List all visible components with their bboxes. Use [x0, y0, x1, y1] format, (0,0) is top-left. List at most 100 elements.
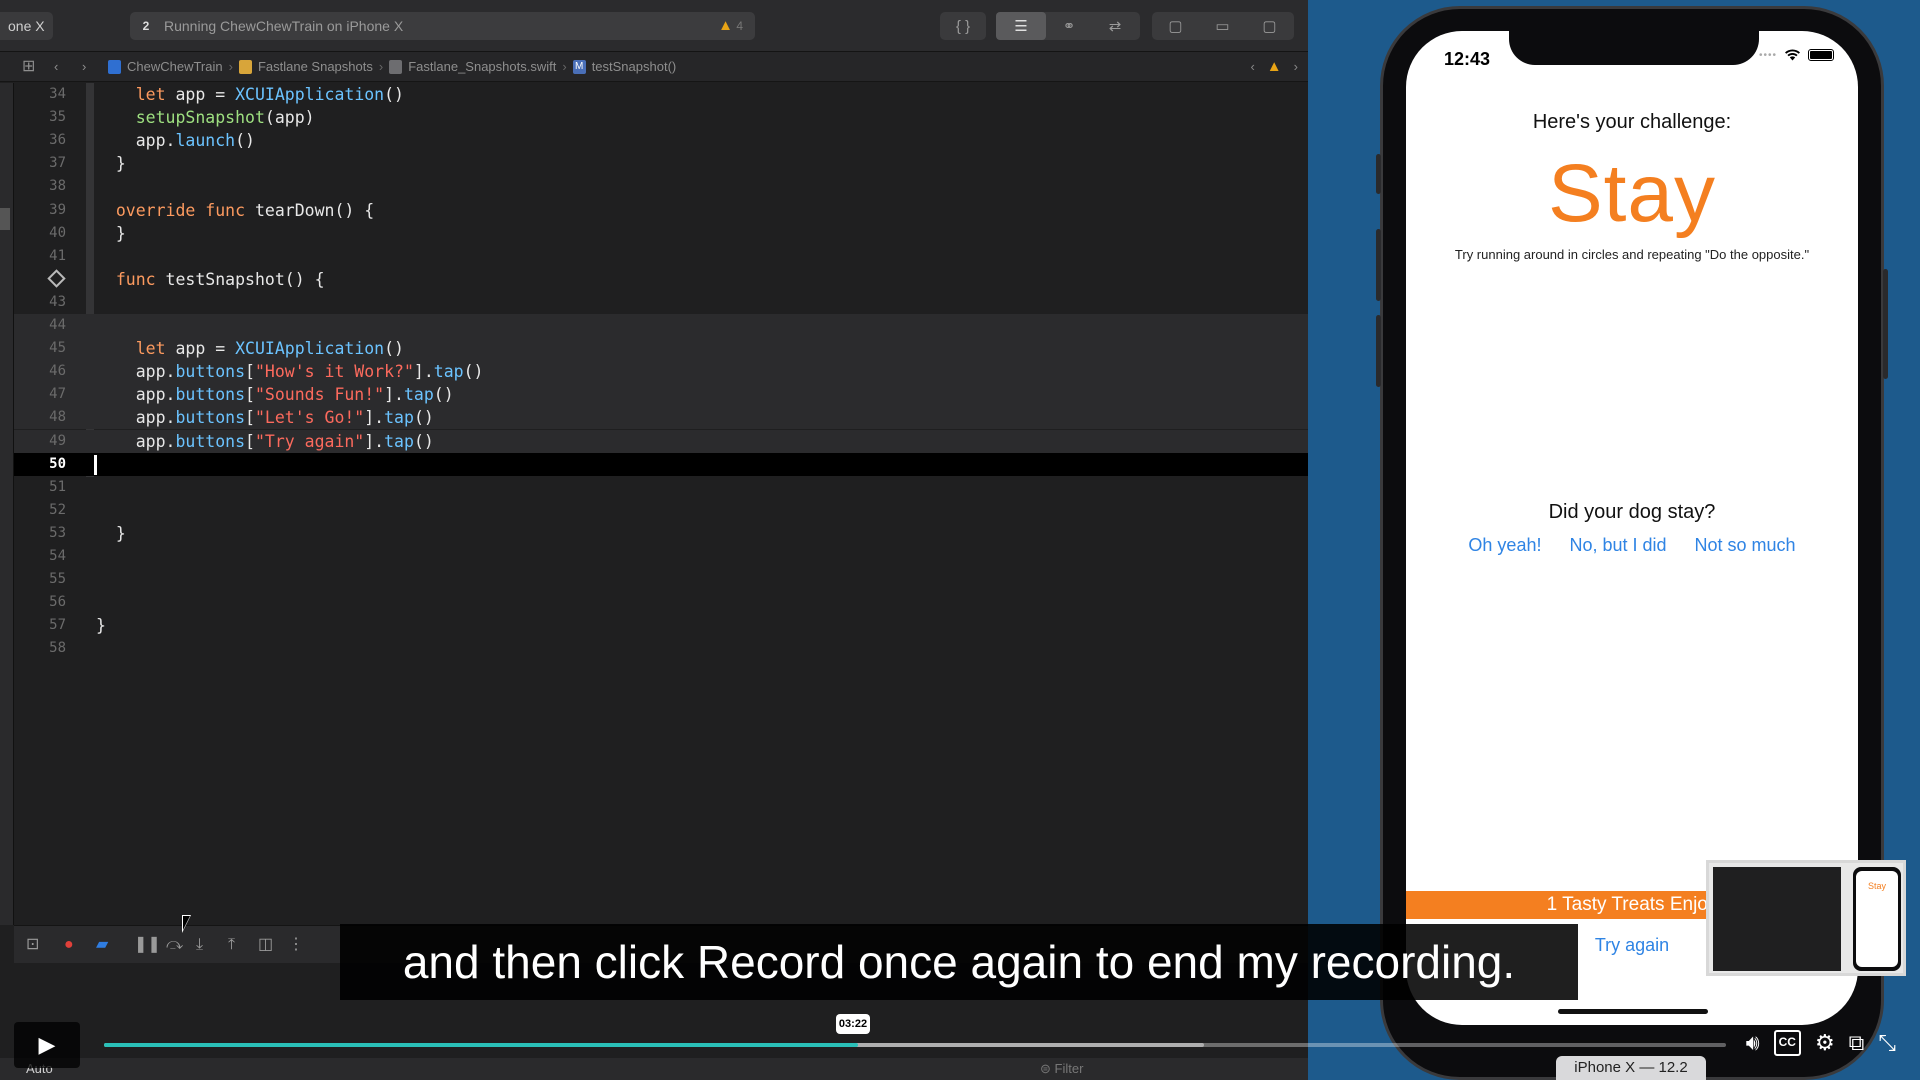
braces-icon[interactable]: { } — [940, 12, 986, 40]
code-line[interactable]: 39 override func tearDown() { — [14, 199, 1308, 222]
challenge-word: Stay — [1547, 148, 1717, 239]
assistant-editor-icon[interactable]: ⚭ — [1046, 12, 1092, 40]
closed-captions-icon[interactable]: CC — [1773, 1030, 1801, 1056]
code-text: } — [96, 154, 126, 174]
player-buttons: 🔊︎ CC ⚙ ⧉ ⤡ — [1746, 1030, 1896, 1056]
step-over-icon[interactable]: ⤼ — [166, 935, 183, 955]
home-indicator[interactable] — [1558, 1009, 1708, 1014]
activity-status-text: Running ChewChewTrain on iPhone X — [164, 18, 404, 34]
chevron-right-icon: › — [562, 59, 567, 74]
answer-buttons: Oh yeah! No, but I did Not so much — [1406, 535, 1858, 556]
line-number: 47 — [49, 386, 66, 403]
code-line[interactable]: 49 app.buttons["Try again"].tap() — [14, 429, 1308, 453]
code-text: } — [96, 223, 126, 243]
warning-count: 4 — [736, 19, 743, 33]
source-editor[interactable]: 34 let app = XCUIApplication() 35 setupSn… — [14, 83, 1308, 925]
code-line[interactable]: 55 — [14, 568, 1308, 591]
code-text: app.launch() — [96, 131, 255, 151]
code-line[interactable]: 38 — [14, 175, 1308, 198]
code-line[interactable]: 37 } — [14, 152, 1308, 175]
activity-count-badge: 2 — [142, 19, 150, 33]
settings-icon[interactable]: ⚙ — [1815, 1030, 1835, 1056]
breadcrumb-item[interactable]: Fastlane Snapshots — [258, 52, 373, 82]
warning-indicator[interactable]: ▲ 4 — [718, 12, 743, 40]
line-number: 52 — [49, 501, 66, 518]
step-into-icon[interactable]: ⤓ — [196, 935, 203, 955]
navigator-toggle-icon[interactable]: ▢ — [1152, 12, 1199, 40]
mute-switch — [1376, 154, 1381, 194]
warning-icon[interactable]: ▲ — [1267, 52, 1282, 82]
code-line[interactable]: 41 — [14, 245, 1308, 268]
not-so-much-button[interactable]: Not so much — [1695, 535, 1796, 556]
line-number: 36 — [49, 132, 66, 149]
previous-issue-icon[interactable]: ‹ — [1250, 52, 1254, 82]
breadcrumb-item[interactable]: ChewChewTrain — [127, 52, 223, 82]
issue-navigation: ‹ ▲ › — [1250, 52, 1298, 82]
record-icon[interactable]: ● — [64, 935, 74, 955]
back-icon[interactable]: ‹ — [54, 52, 58, 82]
code-line[interactable]: 35 setupSnapshot(app) — [14, 106, 1308, 129]
code-line[interactable]: 47 app.buttons["Sounds Fun!"].tap() — [14, 383, 1308, 407]
code-text: } — [96, 523, 126, 543]
pause-icon[interactable]: ❚❚ — [134, 935, 161, 955]
mouse-cursor — [182, 915, 191, 933]
code-line[interactable]: 46 app.buttons["How's it Work?"].tap() — [14, 360, 1308, 384]
breadcrumb-item[interactable]: Fastlane_Snapshots.swift — [408, 52, 556, 82]
version-editor-icon[interactable]: ⇄ — [1092, 12, 1138, 40]
line-number: 34 — [49, 86, 66, 102]
code-line[interactable]: 45 let app = XCUIApplication() — [14, 337, 1308, 361]
next-issue-icon[interactable]: › — [1294, 52, 1298, 82]
code-line[interactable]: 42 func testSnapshot() { — [14, 268, 1308, 291]
standard-editor-icon[interactable]: ☰ — [996, 12, 1046, 40]
view-hierarchy-icon[interactable]: ◫ — [258, 935, 273, 955]
line-number: 51 — [49, 478, 66, 495]
related-items-icon[interactable]: ⊞ — [22, 52, 35, 82]
oh-yeah-button[interactable]: Oh yeah! — [1468, 535, 1541, 556]
breadcrumb-item[interactable]: testSnapshot() — [592, 52, 677, 82]
code-line[interactable]: 43 — [14, 291, 1308, 314]
breakpoints-toggle-icon[interactable]: ▰ — [96, 935, 108, 955]
time-tooltip: 03:22 — [836, 1014, 870, 1034]
code-line[interactable]: 40 } — [14, 222, 1308, 245]
code-line[interactable]: 52 — [14, 499, 1308, 522]
line-number: 49 — [49, 432, 66, 449]
code-line[interactable]: 58 — [14, 637, 1308, 660]
exit-fullscreen-icon[interactable]: ⤡ — [1878, 1030, 1896, 1056]
thumbnail-screen: Stay — [1856, 871, 1898, 967]
method-icon: M — [572, 60, 586, 74]
wifi-icon — [1785, 49, 1800, 61]
code-line[interactable]: 53 } — [14, 522, 1308, 545]
no-but-i-did-button[interactable]: No, but I did — [1569, 535, 1666, 556]
memory-graph-icon[interactable]: ⋮ — [288, 935, 304, 955]
current-line[interactable]: 50 — [14, 452, 1308, 476]
step-out-icon[interactable]: ⤒ — [228, 935, 235, 955]
swift-file-icon — [389, 60, 403, 74]
code-line[interactable]: 48 app.buttons["Let's Go!"].tap() — [14, 406, 1308, 430]
code-line[interactable]: 44 — [14, 314, 1308, 337]
volume-up-button — [1376, 229, 1381, 301]
play-icon[interactable]: ▶ — [14, 1022, 80, 1068]
editor-mode-group: ☰ ⚭ ⇄ — [996, 12, 1140, 40]
seek-bar[interactable] — [104, 1043, 1726, 1047]
code-line[interactable]: 56 — [14, 591, 1308, 614]
code-line[interactable]: 54 — [14, 545, 1308, 568]
video-controls: ▶ 03:22 🔊︎ CC ⚙ ⧉ ⤡ — [14, 1014, 1914, 1068]
code-line[interactable]: 34 let app = XCUIApplication() — [14, 83, 1308, 106]
utilities-toggle-icon[interactable]: ▢ — [1246, 12, 1293, 40]
preview-thumbnail[interactable]: Stay — [1706, 860, 1906, 976]
volume-icon[interactable]: 🔊︎ — [1746, 1030, 1760, 1056]
code-text: app.buttons["Let's Go!"].tap() — [96, 408, 434, 428]
thumbnail-phone: Stay — [1853, 867, 1901, 971]
code-text: override func tearDown() { — [115, 200, 375, 220]
line-number: 46 — [49, 363, 66, 380]
test-diamond-icon[interactable] — [47, 269, 66, 288]
code-line[interactable]: 36 app.launch() — [14, 129, 1308, 152]
hide-debug-area-icon[interactable]: ⊡ — [26, 935, 39, 955]
scheme-selector[interactable]: one X — [0, 12, 53, 40]
line-number: 35 — [49, 109, 66, 126]
code-line[interactable]: 51 — [14, 476, 1308, 499]
code-line[interactable]: 57} — [14, 614, 1308, 637]
picture-in-picture-icon[interactable]: ⧉ — [1849, 1030, 1865, 1056]
forward-icon[interactable]: › — [82, 52, 86, 82]
debug-area-toggle-icon[interactable]: ▭ — [1199, 12, 1246, 40]
